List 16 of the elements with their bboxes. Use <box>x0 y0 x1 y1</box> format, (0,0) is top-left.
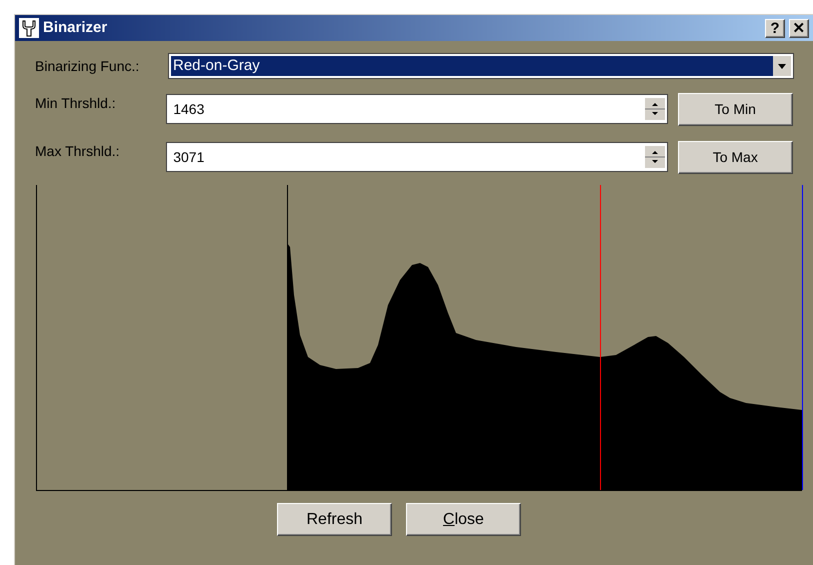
dialog-button[interactable]: Close <box>406 503 521 536</box>
threshold-spinbox[interactable]: 3071 <box>166 142 668 172</box>
spin-arrows-icon <box>644 146 665 168</box>
function-dropdown[interactable]: Red-on-Gray <box>168 53 794 79</box>
dialog-button[interactable]: Refresh <box>277 503 392 536</box>
close-button[interactable]: ✕ <box>789 18 809 38</box>
tuning-fork-icon <box>19 18 39 38</box>
help-button[interactable]: ? <box>765 18 785 38</box>
function-label: Binarizing Func.: <box>35 56 140 76</box>
threshold-label: Max Thrshld.: <box>35 142 121 161</box>
threshold-spinbox[interactable]: 1463 <box>166 94 668 124</box>
threshold-button[interactable]: To Max <box>678 140 793 174</box>
window-title: Binarizer <box>43 18 108 38</box>
threshold-button[interactable]: To Min <box>678 92 793 126</box>
spin-arrows-icon <box>644 98 665 120</box>
threshold-label: Min Thrshld.: <box>35 94 117 113</box>
